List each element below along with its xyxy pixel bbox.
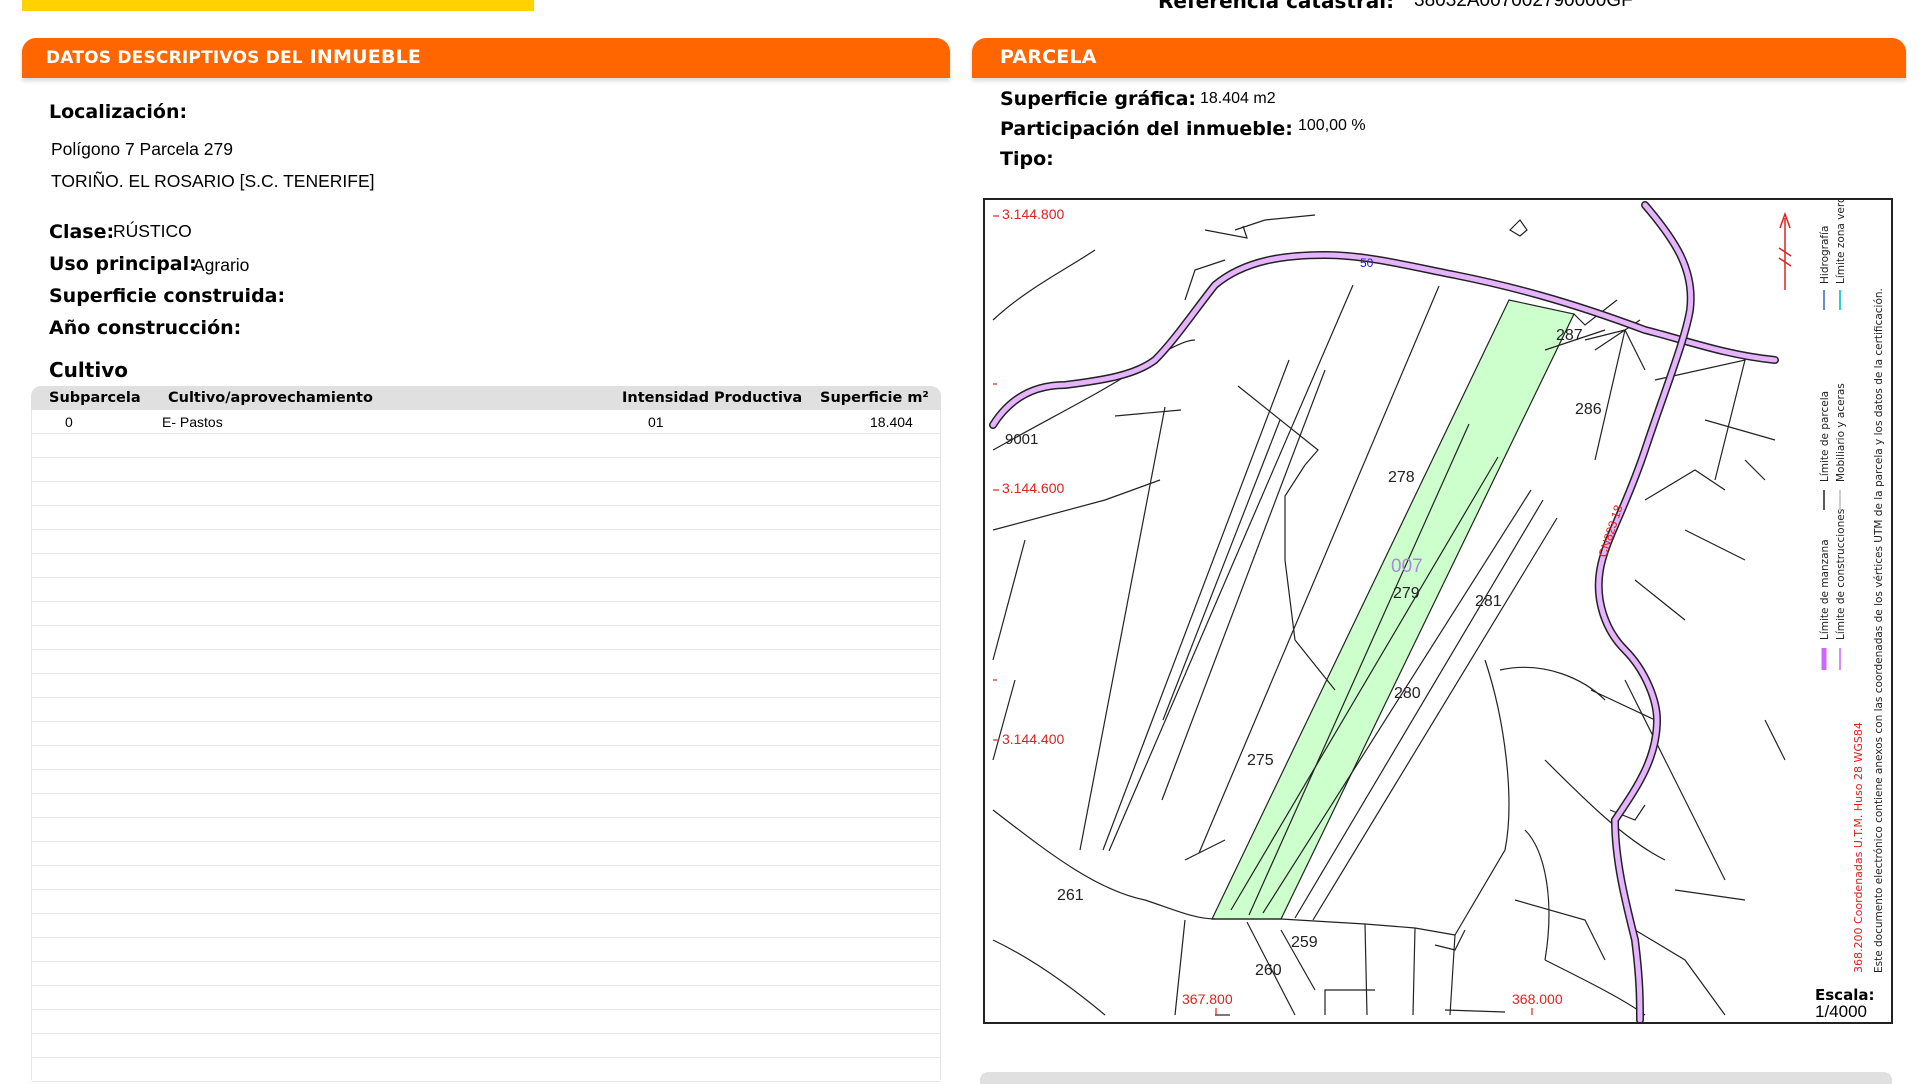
table-row-empty bbox=[31, 578, 941, 602]
table-row-empty bbox=[31, 554, 941, 578]
th-cultivo: Cultivo/aprovechamiento bbox=[168, 390, 373, 406]
table-row-empty bbox=[31, 890, 941, 914]
table-row-empty bbox=[31, 842, 941, 866]
map-legend: Límite de manzana Límite de parcela Hidr… bbox=[1819, 200, 1885, 973]
table-row-empty bbox=[31, 770, 941, 794]
legend-text: Límite de construcciones bbox=[1835, 509, 1847, 640]
clase-value: RÚSTICO bbox=[113, 221, 192, 241]
superficie-grafica-label: Superficie gráfica: bbox=[1000, 88, 1196, 110]
table-row-empty bbox=[31, 1010, 941, 1034]
table-row-empty bbox=[31, 434, 941, 458]
parcel-number: 286 bbox=[1575, 401, 1602, 418]
th-superficie: Superficie m² bbox=[820, 390, 929, 406]
th-intensidad: Intensidad Productiva bbox=[622, 390, 803, 406]
coord-y-label: 3.144.800 bbox=[1002, 206, 1064, 222]
table-row-empty bbox=[31, 506, 941, 530]
table-row-empty bbox=[31, 746, 941, 770]
parcela-title: PARCELA bbox=[1000, 46, 1097, 68]
table-row-empty bbox=[31, 722, 941, 746]
cell-cultivo: E- Pastos bbox=[162, 414, 223, 430]
superficie-construida-label: Superficie construida: bbox=[49, 285, 286, 307]
table-row-empty bbox=[31, 1034, 941, 1058]
table-row-empty bbox=[31, 818, 941, 842]
localizacion-label: Localización: bbox=[49, 101, 188, 123]
parcela-header: PARCELA bbox=[972, 38, 1906, 78]
cadastral-map: 3.144.800 3.144.600 3.144.400 367.800 36… bbox=[983, 198, 1893, 1024]
table-row-empty bbox=[31, 698, 941, 722]
parcel-number: 281 bbox=[1475, 593, 1502, 610]
legend-text: Mobiliario y aceras bbox=[1835, 383, 1847, 482]
coord-y-label: 3.144.400 bbox=[1002, 731, 1064, 747]
table-row-empty bbox=[31, 938, 941, 962]
parcel-279-shape bbox=[1211, 299, 1575, 920]
cultivo-table: Subparcela Cultivo/aprovechamiento Inten… bbox=[31, 386, 941, 1082]
table-row-empty bbox=[31, 482, 941, 506]
table-row-empty bbox=[31, 650, 941, 674]
parcel-number: 275 bbox=[1247, 752, 1274, 769]
tipo-label: Tipo: bbox=[1000, 148, 1054, 170]
table-row-empty bbox=[31, 914, 941, 938]
legend-text: Hidrografía bbox=[1819, 226, 1831, 284]
participacion-label: Participación del inmueble: bbox=[1000, 118, 1293, 140]
legend-text: Límite de parcela bbox=[1819, 391, 1831, 482]
anio-construccion-label: Año construcción: bbox=[49, 317, 242, 339]
legend-text: Límite zona verde bbox=[1835, 200, 1847, 284]
parcel-number: 261 bbox=[1057, 887, 1084, 904]
doc-note: Este documento electrónico contiene anex… bbox=[1873, 288, 1885, 973]
title-part-a: DATOS DESCRIPTIVOS DEL bbox=[46, 48, 303, 68]
table-row-empty bbox=[31, 962, 941, 986]
table-row-empty bbox=[31, 626, 941, 650]
table-row-empty bbox=[31, 458, 941, 482]
utm-note: 368.200 Coordenadas U.T.M. Huso 28 WGS84 bbox=[1852, 722, 1865, 973]
road-label-50: 50 bbox=[1360, 256, 1374, 270]
uso-principal-label: Uso principal: bbox=[49, 253, 197, 275]
parcel-number: 259 bbox=[1291, 934, 1318, 951]
table-header: Subparcela Cultivo/aprovechamiento Inten… bbox=[31, 386, 941, 410]
north-arrow-icon bbox=[1778, 211, 1792, 290]
datos-descriptivos-header: DATOS DESCRIPTIVOS DEL INMUEBLE bbox=[22, 38, 950, 78]
table-row: 0 E- Pastos 01 18.404 bbox=[31, 410, 941, 434]
parcel-number: 260 bbox=[1255, 962, 1282, 979]
next-section-header bbox=[980, 1072, 1892, 1084]
table-row-empty bbox=[31, 794, 941, 818]
table-row-empty bbox=[31, 986, 941, 1010]
participacion-value: 100,00 % bbox=[1298, 117, 1366, 134]
cultivo-title: Cultivo bbox=[49, 358, 128, 382]
cell-superficie: 18.404 bbox=[870, 414, 913, 430]
road-label-9001: 9001 bbox=[1005, 431, 1038, 448]
referencia-value: 38032A007002790000GF bbox=[1414, 0, 1633, 11]
datos-descriptivos-title: DATOS DESCRIPTIVOS DEL INMUEBLE bbox=[46, 46, 421, 68]
escala-value: 1/4000 bbox=[1815, 1002, 1867, 1021]
uso-principal-value: Agrario bbox=[193, 255, 250, 275]
map-drawing: 3.144.800 3.144.600 3.144.400 367.800 36… bbox=[989, 201, 1792, 1022]
road-label-cn823: CN823 18 bbox=[1596, 503, 1626, 559]
table-row-empty bbox=[31, 602, 941, 626]
yellow-accent-bar bbox=[22, 0, 534, 11]
localizacion-line-2: TORIÑO. EL ROSARIO [S.C. TENERIFE] bbox=[51, 171, 375, 191]
road-50 bbox=[990, 252, 1778, 428]
cell-subparcela: 0 bbox=[65, 414, 73, 430]
road-50-outline bbox=[989, 250, 1779, 429]
table-row-empty bbox=[31, 866, 941, 890]
localizacion-line-1: Polígono 7 Parcela 279 bbox=[51, 139, 233, 159]
table-row-empty bbox=[31, 1058, 941, 1082]
parcel-number: 287 bbox=[1556, 327, 1583, 344]
parcel-number: 279 bbox=[1393, 585, 1420, 602]
coord-x-label: 367.800 bbox=[1182, 991, 1233, 1007]
legend-text: Límite de manzana bbox=[1819, 539, 1831, 640]
referencia-label: Referencia catastral: bbox=[1158, 0, 1395, 13]
polygon-label: 007 bbox=[1391, 556, 1423, 577]
table-row-empty bbox=[31, 674, 941, 698]
parcel-number: 280 bbox=[1394, 685, 1421, 702]
coord-y-label: 3.144.600 bbox=[1002, 480, 1064, 496]
coord-x-label: 368.000 bbox=[1512, 991, 1563, 1007]
table-row-empty bbox=[31, 530, 941, 554]
parcel-number: 278 bbox=[1388, 469, 1415, 486]
superficie-grafica-value: 18.404 m2 bbox=[1200, 90, 1276, 107]
cell-intensidad: 01 bbox=[648, 414, 664, 430]
th-subparcela: Subparcela bbox=[49, 390, 141, 406]
clase-label: Clase: bbox=[49, 221, 115, 243]
title-part-b: INMUEBLE bbox=[309, 46, 422, 68]
